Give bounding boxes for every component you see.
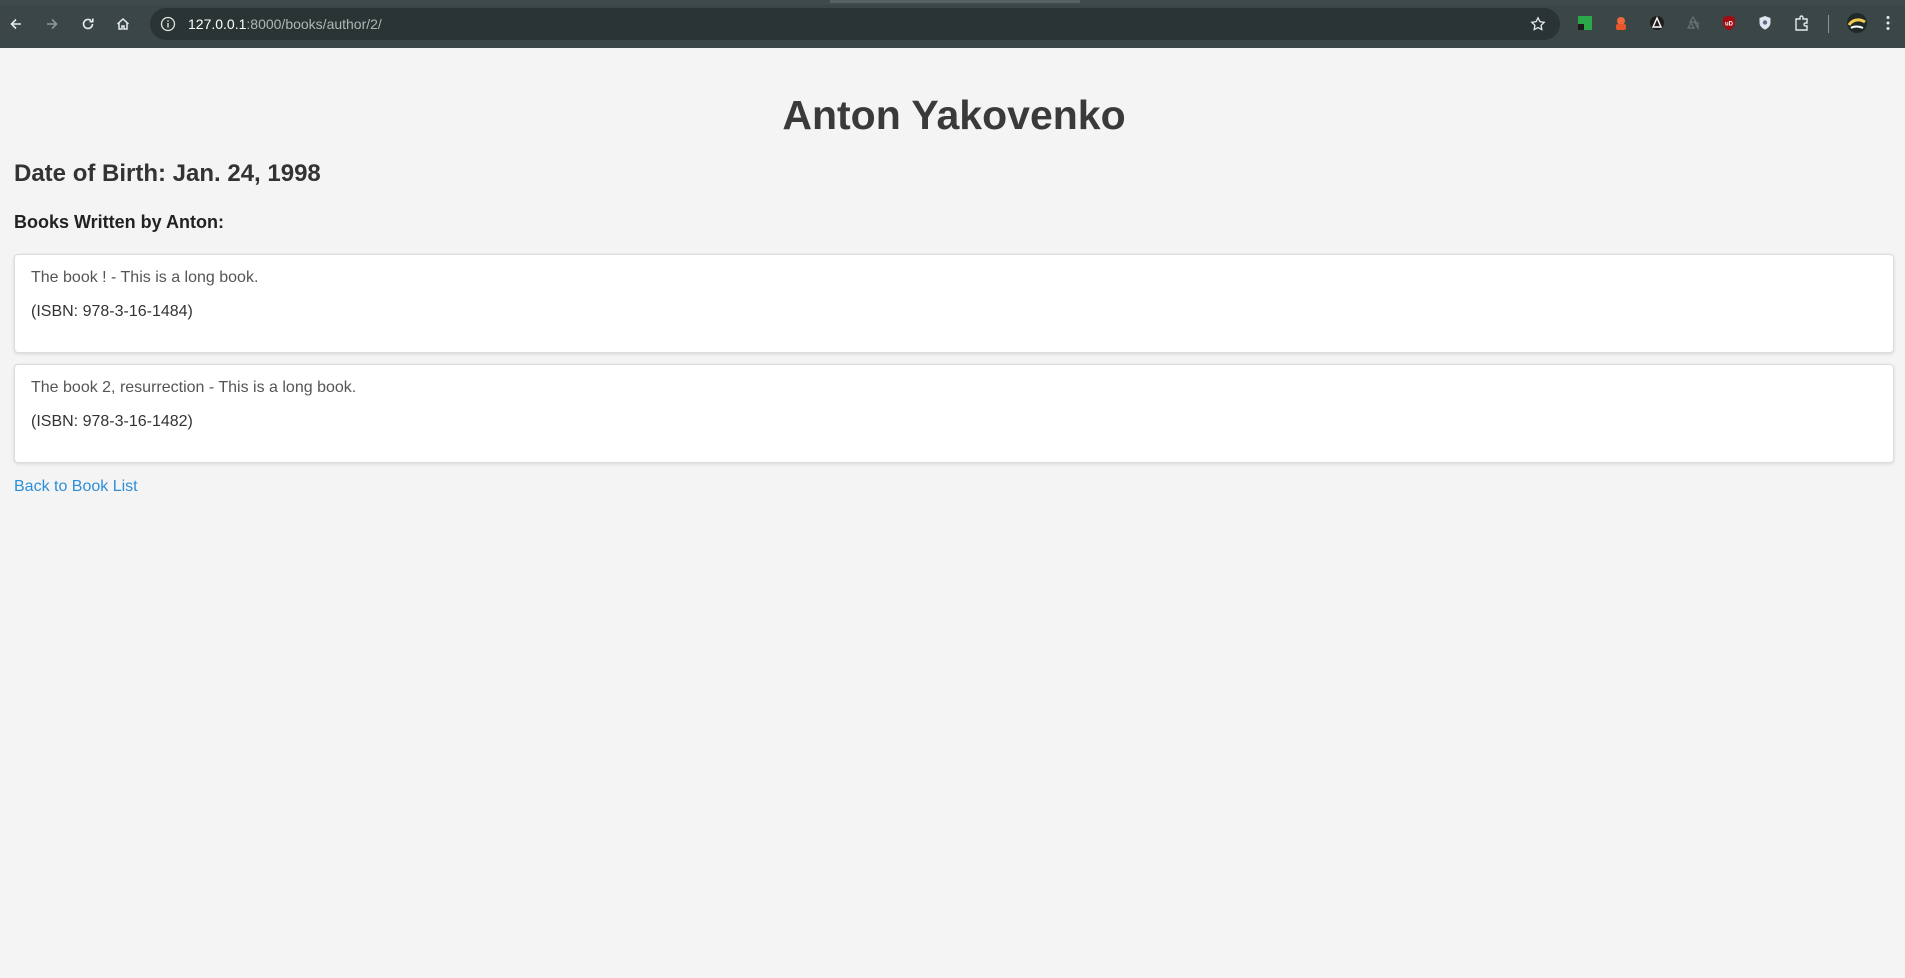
toolbar-divider <box>1828 15 1829 33</box>
url-path: :8000/books/author/2/ <box>246 16 382 32</box>
address-bar[interactable]: 127.0.0.1:8000/books/author/2/ <box>150 8 1560 40</box>
extension-fox-icon[interactable] <box>1612 14 1630 32</box>
profile-avatar-icon[interactable] <box>1846 13 1868 33</box>
browser-toolbar: 127.0.0.1:8000/books/author/2/ uD <box>0 0 1905 48</box>
book-title-description: The book ! - This is a long book. <box>31 269 259 286</box>
url-text[interactable]: 127.0.0.1:8000/books/author/2/ <box>188 16 382 32</box>
forward-arrow-icon[interactable] <box>40 12 64 36</box>
extension-triangle-icon[interactable] <box>1648 14 1666 32</box>
reload-icon[interactable] <box>76 12 100 36</box>
book-card: The book ! - This is a long book. (ISBN:… <box>14 254 1894 353</box>
book-title-description: The book 2, resurrection - This is a lon… <box>31 379 357 396</box>
url-host: 127.0.0.1 <box>188 16 247 32</box>
menu-kebab-icon[interactable] <box>1882 14 1894 32</box>
tab-strip <box>0 0 1905 5</box>
home-icon[interactable] <box>111 12 135 36</box>
author-name-heading: Anton Yakovenko <box>782 92 1126 138</box>
extension-shield-icon[interactable] <box>1756 14 1774 32</box>
ublock-shield-icon[interactable]: uD <box>1720 14 1738 32</box>
extension-recycle-icon[interactable] <box>1684 14 1702 32</box>
tab-indicator <box>830 0 1080 3</box>
back-arrow-icon[interactable] <box>4 12 28 36</box>
extensions-puzzle-icon[interactable] <box>1793 14 1811 32</box>
books-section-heading: Books Written by Anton: <box>14 212 224 232</box>
date-of-birth: Date of Birth: Jan. 24, 1998 <box>14 160 321 187</box>
book-card: The book 2, resurrection - This is a lon… <box>14 364 1894 463</box>
back-to-book-list-link[interactable]: Back to Book List <box>14 478 138 496</box>
book-isbn: (ISBN: 978-3-16-1484) <box>31 303 193 320</box>
bookmark-star-icon[interactable] <box>1530 16 1546 32</box>
svg-text:uD: uD <box>1725 22 1734 28</box>
site-info-icon[interactable] <box>160 16 176 32</box>
book-isbn: (ISBN: 978-3-16-1482) <box>31 413 193 430</box>
extension-green-icon[interactable] <box>1576 14 1594 32</box>
